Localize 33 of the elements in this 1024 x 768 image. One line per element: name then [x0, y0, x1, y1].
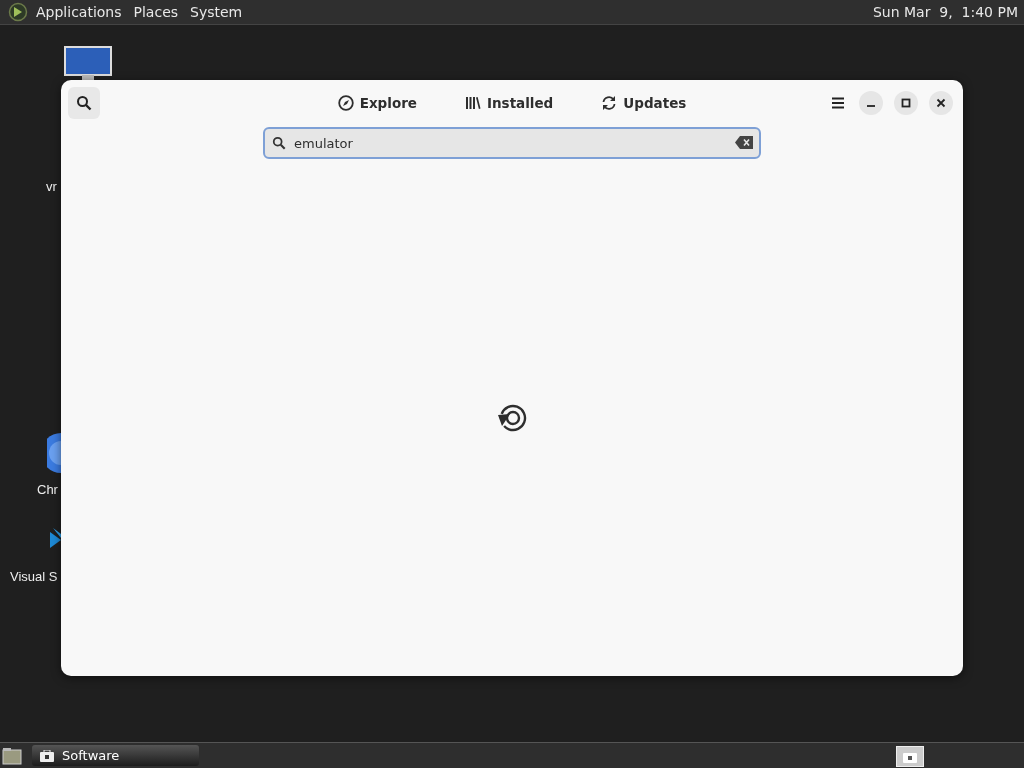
panel-menu[interactable]: System: [184, 4, 249, 20]
briefcase-icon: [40, 749, 54, 762]
show-desktop-icon[interactable]: [2, 746, 22, 765]
browser-icon[interactable]: [47, 433, 61, 473]
minimize-button[interactable]: [859, 91, 883, 115]
clock[interactable]: Sun Mar 9, 1:40 PM: [872, 4, 1018, 20]
maximize-icon: [901, 98, 911, 108]
tab[interactable]: Explore: [327, 89, 427, 117]
search-icon: [76, 95, 92, 111]
compass-icon: [337, 95, 354, 111]
task-button[interactable]: Software: [32, 745, 199, 766]
panel-menu[interactable]: Applications: [30, 4, 128, 20]
monitor-icon[interactable]: [64, 46, 112, 80]
search-field[interactable]: emulator: [263, 127, 761, 159]
panel-menu[interactable]: Places: [127, 4, 185, 20]
menu-icon: [832, 97, 844, 109]
search-button[interactable]: [68, 87, 100, 119]
library-icon: [464, 95, 481, 111]
maximize-button[interactable]: [894, 91, 918, 115]
clear-icon[interactable]: [735, 136, 753, 149]
tab[interactable]: Installed: [454, 89, 564, 117]
refresh-icon: [601, 95, 618, 111]
desktop-icon-label[interactable]: vr: [46, 179, 57, 194]
tab[interactable]: Updates: [591, 89, 697, 117]
tray-icon[interactable]: [896, 746, 924, 767]
minimize-icon: [867, 105, 875, 107]
close-button[interactable]: [929, 91, 953, 115]
search-icon: [272, 136, 286, 150]
play-logo-icon[interactable]: [8, 2, 28, 22]
code-icon[interactable]: [50, 528, 61, 550]
desktop-icon-label[interactable]: Visual S: [10, 569, 58, 584]
close-icon: [936, 98, 946, 108]
desktop-icon-label[interactable]: Chr: [37, 482, 58, 497]
